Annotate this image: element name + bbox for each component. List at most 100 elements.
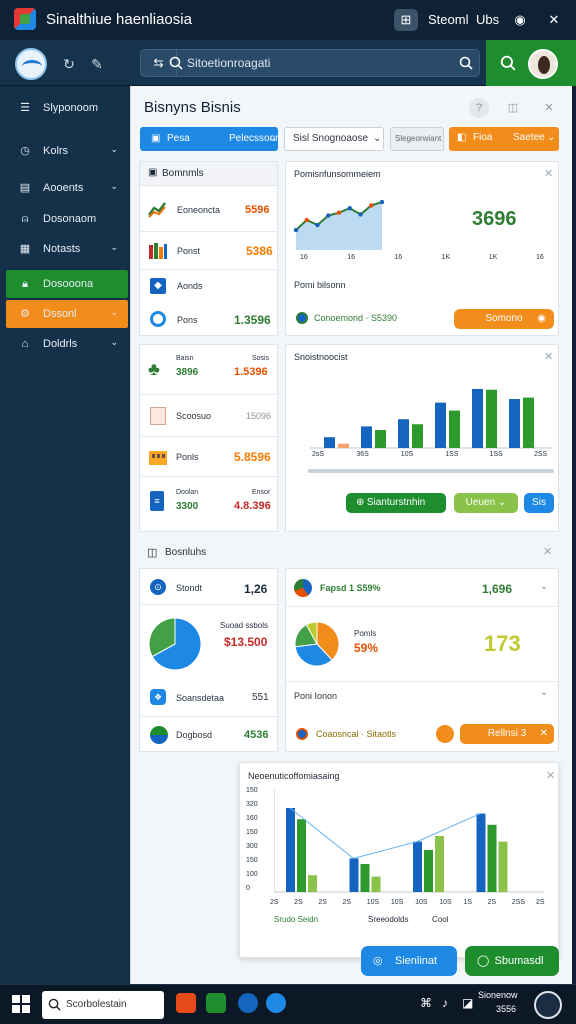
bar <box>398 419 409 448</box>
gear-icon: ⚙ <box>20 308 30 320</box>
y-ticks: 150 320 160 150 300 150 100 0 <box>246 787 270 897</box>
chevron-down-icon[interactable]: ⌄ <box>540 581 548 592</box>
workspace-icon[interactable]: ⊞ <box>394 9 418 31</box>
volume-icon[interactable]: ♪ <box>442 996 448 1010</box>
close-icon[interactable]: ✕ <box>544 167 553 180</box>
green-action-button[interactable]: ⊕ Sianturstnhin <box>346 493 446 513</box>
list-item[interactable]: ♣ Baisn 3896 Sosis 1.5396 <box>140 345 277 395</box>
brand-logo-icon[interactable] <box>15 48 47 80</box>
tertiary-filter[interactable]: Slegeorwiant <box>390 127 444 151</box>
secondary-fab-button[interactable]: ◯ Sbumasdl <box>465 946 559 976</box>
scrollbar[interactable] <box>308 469 554 473</box>
bar <box>486 389 497 448</box>
bar-x-ticks: 2sS 36S 10S 1SS 1SS 2SS <box>312 451 548 463</box>
app-icon-mail[interactable] <box>266 993 286 1013</box>
bar <box>360 864 370 892</box>
language-menu[interactable]: Ubs <box>476 12 499 27</box>
window-icon[interactable]: ◫ <box>503 98 523 118</box>
orange-filter[interactable]: ◧ Fioa Saetee ⌄ <box>449 127 559 151</box>
list-item[interactable]: ◆ Aonds <box>140 270 277 302</box>
y-tick-label: 100 <box>246 871 258 878</box>
app-icon-office[interactable] <box>176 993 196 1013</box>
clock-time: Sionenow <box>478 990 518 1000</box>
info-icon[interactable]: ? <box>469 98 489 118</box>
lime-action-button[interactable]: Ueuen ⌄ <box>454 493 518 513</box>
chevron-down-icon[interactable]: ⌄ <box>540 687 548 698</box>
taskbar-search[interactable]: Scorbolestain <box>42 991 164 1019</box>
avatar[interactable] <box>528 49 558 79</box>
sidebar-item-6[interactable]: 🔒︎ Dosooona <box>6 270 128 298</box>
close-icon[interactable]: ✕ <box>544 350 553 363</box>
refresh-icon[interactable]: ↻ <box>58 53 80 75</box>
list-icon: ▦ <box>19 243 31 255</box>
panel-title: Snoistnoocist <box>294 352 348 362</box>
close-icon: ✕ <box>539 728 548 739</box>
row-value: 1.5396 <box>234 366 268 378</box>
bar <box>286 808 295 892</box>
x-tick-label: 2sS <box>312 451 325 458</box>
list-item[interactable]: ≡ Doolan 3300 Ensor 4.8.396 <box>140 477 277 531</box>
bar <box>412 424 423 448</box>
notification-icon[interactable] <box>534 991 562 1019</box>
battery-icon[interactable]: ◪ <box>462 996 473 1010</box>
main-panel: Bisnyns Bisnis ? ◫ ✕ ▣ Pesa Pelecssonno … <box>130 86 572 984</box>
sidebar-item-4[interactable]: ⍝ Dosonaom <box>6 205 128 233</box>
search-input[interactable] <box>187 53 447 73</box>
sidebar-item-3[interactable]: ▤ Aooents ⌄ <box>6 174 128 202</box>
target-icon: ◎ <box>373 955 383 967</box>
list-item[interactable]: ❖ Soansdetaa 551 <box>140 681 277 717</box>
close-icon[interactable]: ✕ <box>546 769 555 782</box>
network-icon[interactable]: ⌘ <box>420 996 432 1010</box>
user-menu[interactable]: Steoml <box>428 12 468 27</box>
check-circle-icon: ◯ <box>477 955 490 967</box>
close-icon[interactable]: ✕ <box>543 545 552 558</box>
trend-action-button[interactable]: Somono ◉ <box>454 309 554 329</box>
sidebar-item-2[interactable]: ◷ Kolrs ⌄ <box>6 137 128 165</box>
search-submit-icon[interactable] <box>459 56 473 70</box>
record-icon[interactable]: ◉ <box>508 9 532 31</box>
edit-icon[interactable]: ✎ <box>86 53 108 75</box>
bar <box>498 841 508 892</box>
list-item[interactable]: Eoneoncta 5596 <box>140 190 277 232</box>
chevron-down-icon: ⌄ <box>110 242 118 252</box>
sidebar-item-5[interactable]: ▦ Notasts ⌄ <box>6 235 128 263</box>
close-icon[interactable]: ✕ <box>539 98 559 118</box>
clipboard-icon: ▤ <box>19 182 31 194</box>
list-item[interactable]: Fapsd 1 S59% 1,696 ⌄ <box>286 569 558 607</box>
row-value: 1.3596 <box>234 313 271 327</box>
bottom-action-button[interactable]: Rellnsi 3 ✕ <box>460 724 554 744</box>
primary-filter[interactable]: ▣ Pesa Pelecssonno ⌄ <box>140 127 286 151</box>
bar <box>476 813 486 892</box>
filter-value: Pelecssonno <box>229 133 287 144</box>
sidebar-item-8[interactable]: ⌂ Doldrls ⌄ <box>6 330 128 358</box>
app-icon-sheets[interactable] <box>206 993 226 1013</box>
bar <box>361 426 372 448</box>
y-tick-label: 0 <box>246 885 250 892</box>
panel-title: Neoenuticoffomiasaing <box>248 771 340 781</box>
sidebar-item-7[interactable]: ⚙ Dssonl ⌄ <box>6 300 128 328</box>
list-item[interactable]: Pons 1.3596 <box>140 302 277 336</box>
status-icon <box>296 312 308 324</box>
sidebar-item-1[interactable]: ☰ Slyponoom <box>6 94 128 122</box>
secondary-filter[interactable]: Sisl Snognoaose ⌄ <box>284 127 384 151</box>
start-icon[interactable] <box>12 995 30 1013</box>
primary-fab-button[interactable]: ◎ Sienlinat <box>361 946 457 976</box>
x-tick-label: 2S <box>536 899 545 906</box>
list-item[interactable]: Ponst 5386 <box>140 232 277 270</box>
toggle-icon[interactable] <box>436 725 454 743</box>
close-icon[interactable]: ✕ <box>542 9 566 31</box>
button-label: Sianturstnhin <box>366 497 426 508</box>
sidebar-item-label: Aooents <box>43 182 84 194</box>
trend-point <box>293 227 299 233</box>
list-item[interactable]: Scoosuo 15096 <box>140 395 277 437</box>
row-label: Suoad ssbols <box>220 621 269 630</box>
menu-icon: ☰ <box>20 102 30 114</box>
list-item[interactable]: Ponls 5.8596 <box>140 437 277 477</box>
y-tick-label: 320 <box>246 801 258 808</box>
app-icon-browser[interactable] <box>238 993 258 1013</box>
x-tick-label: 10S <box>415 899 428 906</box>
list-item[interactable]: ⊙ Stondt 1,26 <box>140 569 277 605</box>
list-item[interactable]: Dogbosd 4536 <box>140 717 277 753</box>
blue-action-button[interactable]: Sis <box>524 493 554 513</box>
button-label: Ueuen <box>465 497 496 508</box>
